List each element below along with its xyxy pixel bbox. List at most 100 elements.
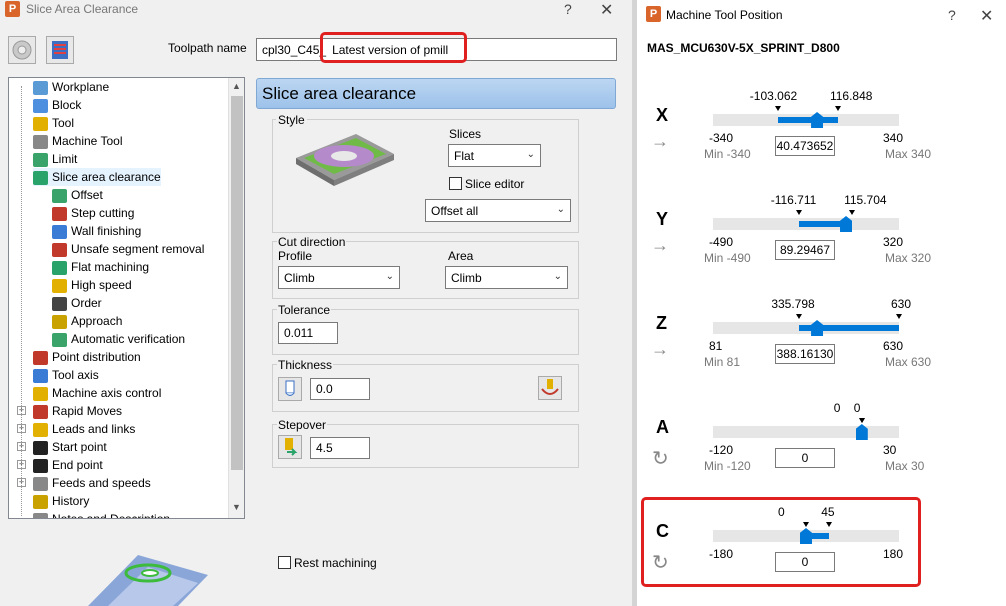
order-icon xyxy=(52,296,67,311)
tree-item-point-distribution[interactable]: Point distribution xyxy=(33,348,141,366)
axis-max-label: Max 630 xyxy=(885,355,932,369)
toolpath-name-label: Toolpath name xyxy=(168,41,247,55)
dialog-title: Slice Area Clearance xyxy=(26,2,139,16)
close-icon[interactable]: ✕ xyxy=(600,0,613,20)
tree-item-label: Unsafe segment removal xyxy=(71,242,205,256)
strategy-tree[interactable]: Workplane Block Tool Machine Tool Limit Slice… xyxy=(8,77,245,519)
scroll-down-icon[interactable]: ▼ xyxy=(232,502,241,512)
highlight-box xyxy=(641,497,921,587)
machine-tool-icon xyxy=(33,134,48,149)
upper-limit-marker xyxy=(896,314,902,319)
chevron-down-icon: ⌄ xyxy=(385,271,394,282)
tree-item-flat-machining[interactable]: Flat machining xyxy=(52,258,149,276)
axis-max-value: 30 xyxy=(883,443,897,457)
tool-icon xyxy=(33,116,48,131)
axis-letter: Z xyxy=(656,313,667,333)
chevron-down-icon: ⌄ xyxy=(526,149,535,160)
upper-limit-value: 0 xyxy=(853,401,861,415)
component-thickness-button[interactable] xyxy=(538,376,562,400)
machine-axis-icon xyxy=(33,386,48,401)
tree-item-label: Order xyxy=(71,296,102,310)
upper-limit-marker xyxy=(858,418,865,423)
tree-item-limit[interactable]: Limit xyxy=(33,150,77,168)
toolpath-icon xyxy=(52,41,68,59)
slices-select[interactable]: Flat ⌄ xyxy=(448,144,541,167)
tree-scroll-thumb[interactable] xyxy=(231,96,243,470)
axis-slider-track[interactable] xyxy=(713,426,899,438)
tree-item-wall-finishing[interactable]: Wall finishing xyxy=(52,222,141,240)
toolpath-name-prefix: cpl30_C45_ xyxy=(262,43,327,57)
lower-limit-value: -103.062 xyxy=(749,89,798,103)
tree-scrollbar[interactable]: ▲ ▼ xyxy=(228,78,244,518)
tree-item-label: Flat machining xyxy=(71,260,150,274)
axis-value-input[interactable]: 388.16130 xyxy=(775,344,835,364)
wall-finishing-icon xyxy=(52,224,67,239)
axis-max-label: Max 320 xyxy=(885,251,932,265)
tree-item-machine-tool[interactable]: Machine Tool xyxy=(33,132,123,150)
powermill-logo-icon: P xyxy=(5,1,20,17)
tree-item-feeds-and-speeds[interactable]: Feeds and speeds xyxy=(33,474,151,492)
stepover-label: Stepover xyxy=(277,418,328,432)
profile-select[interactable]: Climb ⌄ xyxy=(278,266,400,289)
slice-area-icon xyxy=(33,170,48,185)
step-cutting-icon xyxy=(52,206,67,221)
cut-direction-label: Cut direction xyxy=(277,235,347,249)
feeds-speeds-icon xyxy=(33,476,48,491)
toolpath-preview-button[interactable] xyxy=(46,36,74,64)
tree-item-approach[interactable]: Approach xyxy=(52,312,122,330)
tree-item-high-speed[interactable]: High speed xyxy=(52,276,132,294)
tree-item-offset[interactable]: Offset xyxy=(52,186,103,204)
slice-editor-checkbox[interactable] xyxy=(449,177,462,190)
thickness-input[interactable]: 0.0 xyxy=(310,378,370,400)
slice-editor-label: Slice editor xyxy=(465,177,525,191)
axis-min-label: Min 81 xyxy=(704,355,741,369)
tree-item-workplane[interactable]: Workplane xyxy=(33,78,109,96)
tree-item-end-point[interactable]: End point xyxy=(33,456,103,474)
tree-item-machine-axis-control[interactable]: Machine axis control xyxy=(33,384,161,402)
tree-item-step-cutting[interactable]: Step cutting xyxy=(52,204,134,222)
help-icon[interactable]: ? xyxy=(564,1,572,17)
tree-item-slice-area-clearance[interactable]: Slice area clearance xyxy=(33,168,161,186)
offset-icon xyxy=(52,188,67,203)
help-icon[interactable]: ? xyxy=(948,7,956,23)
tree-item-history[interactable]: History xyxy=(33,492,89,510)
tree-item-notes-and-description[interactable]: Notes and Description xyxy=(33,510,170,518)
tree-item-label: Offset xyxy=(71,188,103,202)
style-select[interactable]: Offset all ⌄ xyxy=(425,199,571,222)
stepover-copy-button[interactable] xyxy=(278,435,302,459)
end-point-icon xyxy=(33,458,48,473)
tree-item-tool-axis[interactable]: Tool axis xyxy=(33,366,99,384)
tree-item-label: Leads and links xyxy=(52,422,136,436)
axis-min-value: 81 xyxy=(709,339,723,353)
slice-area-clearance-dialog: P Slice Area Clearance ? ✕ Toolpath name… xyxy=(0,0,632,606)
preview-toggle-button[interactable] xyxy=(8,36,36,64)
tree-item-label: Rapid Moves xyxy=(52,404,123,418)
axis-value-input[interactable]: 89.29467 xyxy=(775,240,835,260)
close-icon[interactable]: ✕ xyxy=(980,6,993,26)
axis-letter: Y xyxy=(656,209,669,229)
tree-item-leads-and-links[interactable]: Leads and links xyxy=(33,420,135,438)
unsafe-segment-icon xyxy=(52,242,67,257)
tree-item-label: Tool axis xyxy=(52,368,99,382)
flat-machining-icon xyxy=(52,260,67,275)
strategy-preview-image xyxy=(88,555,208,606)
axis-value-input[interactable]: 40.473652 xyxy=(775,136,835,156)
machine-tool-position-panel: P Machine Tool Position ? ✕ MAS_MCU630V-… xyxy=(637,0,1006,606)
thickness-tool-button[interactable] xyxy=(278,377,302,401)
tolerance-input[interactable]: 0.011 xyxy=(278,322,338,344)
rest-machining-checkbox[interactable] xyxy=(278,556,291,569)
scroll-up-icon[interactable]: ▲ xyxy=(232,81,241,91)
tree-item-rapid-moves[interactable]: Rapid Moves xyxy=(33,402,122,420)
tree-item-start-point[interactable]: Start point xyxy=(33,438,107,456)
area-select[interactable]: Climb ⌄ xyxy=(445,266,568,289)
tree-item-automatic-verification[interactable]: Automatic verification xyxy=(52,330,185,348)
tree-item-label: Feeds and speeds xyxy=(52,476,151,490)
tree-item-order[interactable]: Order xyxy=(52,294,102,312)
tree-item-block[interactable]: Block xyxy=(33,96,81,114)
linear-arrow-icon: → xyxy=(651,131,669,151)
style-label: Style xyxy=(276,113,307,127)
axis-value-input[interactable]: 0 xyxy=(775,448,835,468)
tree-item-unsafe-segment-removal[interactable]: Unsafe segment removal xyxy=(52,240,204,258)
stepover-input[interactable]: 4.5 xyxy=(310,437,370,459)
tree-item-tool[interactable]: Tool xyxy=(33,114,74,132)
